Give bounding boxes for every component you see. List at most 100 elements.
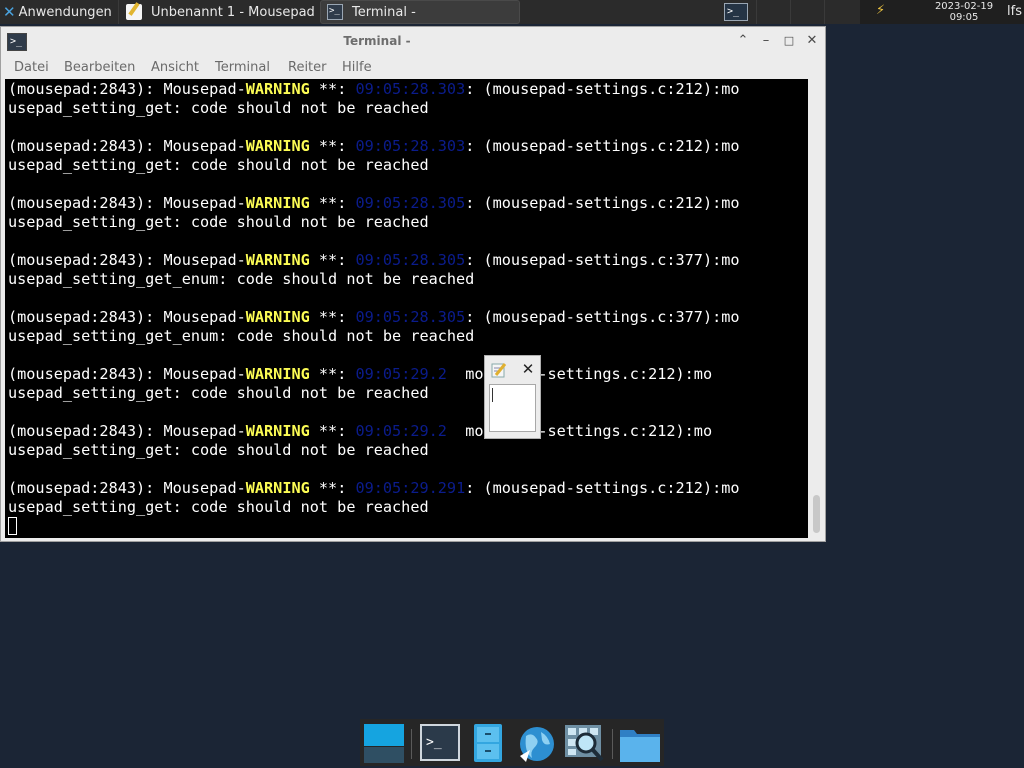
applications-menu-label: Anwendungen bbox=[18, 4, 112, 20]
terminal-line: usepad_setting_get: code should not be r… bbox=[8, 99, 429, 117]
applications-menu[interactable]: ✕ Anwendungen bbox=[0, 0, 118, 24]
terminal-line: (mousepad:2843): Mousepad-WARNING **: 09… bbox=[8, 80, 740, 99]
menu-reiter[interactable]: Reiter bbox=[288, 60, 327, 75]
terminal-line: usepad_setting_get: code should not be r… bbox=[8, 384, 429, 402]
clock[interactable]: 2023-02-19 09:05 bbox=[926, 0, 1002, 23]
menu-ansicht[interactable]: Ansicht bbox=[151, 60, 199, 75]
file-cabinet-icon bbox=[474, 724, 502, 762]
terminal-line-warn: WARNING bbox=[245, 194, 310, 212]
terminal-line-warn: WARNING bbox=[245, 365, 310, 383]
terminal-line-pre: (mousepad:2843): Mousepad- bbox=[8, 308, 246, 326]
dock: >_ bbox=[360, 719, 664, 766]
taskbar-item-mousepad[interactable]: Unbenannt 1 - Mousepad bbox=[120, 0, 318, 24]
terminal-line-post: : (mousepad-settings.c:212):mo bbox=[465, 479, 740, 497]
terminal-line-post: : (mousepad-settings.c:212):mo bbox=[465, 194, 740, 212]
popup-text-field[interactable] bbox=[489, 384, 536, 432]
terminal-line-pre: (mousepad:2843): Mousepad- bbox=[8, 365, 246, 383]
terminal-line: (mousepad:2843): Mousepad-WARNING **: 09… bbox=[8, 422, 740, 441]
terminal-line-post: : (mousepad-settings.c:377):mo bbox=[465, 251, 740, 269]
clock-date: 2023-02-19 bbox=[934, 1, 994, 12]
panel-separator bbox=[824, 0, 825, 24]
terminal-line-ts: 09:05:28.305 bbox=[355, 251, 466, 269]
terminal-icon: >_ bbox=[420, 724, 460, 761]
dock-separator bbox=[612, 729, 613, 759]
show-desktop-button[interactable] bbox=[362, 722, 406, 764]
terminal-line-post: : (mousepad-settings.c:212):mo bbox=[465, 137, 740, 155]
maximize-button[interactable]: □ bbox=[781, 33, 797, 49]
panel-separator bbox=[118, 0, 119, 24]
terminal-line: (mousepad:2843): Mousepad-WARNING **: 09… bbox=[8, 137, 740, 156]
folder-icon bbox=[620, 730, 660, 762]
user-menu[interactable]: lfs bbox=[1007, 4, 1022, 19]
terminal-line: (mousepad:2843): Mousepad-WARNING **: 09… bbox=[8, 251, 740, 270]
terminal-line: usepad_setting_get_enum: code should not… bbox=[8, 270, 475, 288]
show-desktop-icon bbox=[364, 724, 404, 763]
terminal-line-mid: **: bbox=[309, 422, 356, 440]
roll-up-button[interactable]: ⌃ bbox=[735, 33, 751, 49]
terminal-line-pre: (mousepad:2843): Mousepad- bbox=[8, 422, 246, 440]
web-browser-launcher[interactable] bbox=[514, 722, 558, 764]
menu-hilfe[interactable]: Hilfe bbox=[342, 60, 372, 75]
scrollbar-thumb[interactable] bbox=[813, 495, 820, 533]
svg-text:>_: >_ bbox=[426, 735, 442, 750]
xfce-logo-icon: ✕ bbox=[3, 3, 16, 21]
terminal-line: usepad_setting_get_enum: code should not… bbox=[8, 327, 475, 345]
terminal-line: usepad_setting_get: code should not be r… bbox=[8, 156, 429, 174]
close-button[interactable]: ✕ bbox=[804, 33, 820, 49]
close-icon[interactable]: ✕ bbox=[519, 359, 537, 379]
terminal-line-warn: WARNING bbox=[245, 422, 310, 440]
clock-time: 09:05 bbox=[949, 12, 979, 23]
terminal-line: (mousepad:2843): Mousepad-WARNING **: 09… bbox=[8, 479, 740, 498]
terminal-line-ts: 09:05:29.2 bbox=[355, 422, 447, 440]
file-cabinet-launcher[interactable] bbox=[466, 722, 510, 764]
terminal-line-pre: (mousepad:2843): Mousepad- bbox=[8, 479, 246, 497]
menubar: Datei Bearbeiten Ansicht Terminal Reiter… bbox=[1, 57, 825, 79]
terminal-line-ts: 09:05:28.303 bbox=[355, 137, 466, 155]
terminal-line-post: : (mousepad-settings.c:377):mo bbox=[465, 308, 740, 326]
terminal-line-pre: (mousepad:2843): Mousepad- bbox=[8, 194, 246, 212]
menu-datei[interactable]: Datei bbox=[14, 60, 49, 75]
terminal-line-ts: 09:05:29.291 bbox=[355, 479, 466, 497]
panel-separator bbox=[790, 0, 791, 24]
terminal-line-ts: 09:05:28.305 bbox=[355, 308, 466, 326]
menu-terminal[interactable]: Terminal bbox=[215, 60, 270, 75]
dock-separator bbox=[411, 729, 412, 759]
mousepad-icon bbox=[126, 4, 142, 20]
terminal-line-pre: (mousepad:2843): Mousepad- bbox=[8, 251, 246, 269]
files-launcher[interactable] bbox=[618, 722, 662, 764]
terminal-line-ts: 09:05:29.2 bbox=[355, 365, 447, 383]
terminal-line-pre: (mousepad:2843): Mousepad- bbox=[8, 137, 246, 155]
terminal-line: usepad_setting_get: code should not be r… bbox=[8, 441, 429, 459]
taskbar-item-label: Terminal - bbox=[352, 4, 416, 20]
window-titlebar[interactable]: >_ Terminal - ⌃ – □ ✕ bbox=[1, 27, 825, 57]
app-finder-launcher[interactable] bbox=[562, 722, 606, 764]
mousepad-popup: ✕ bbox=[484, 355, 541, 439]
minimize-button[interactable]: – bbox=[758, 33, 774, 49]
terminal-output[interactable]: (mousepad:2843): Mousepad-WARNING **: 09… bbox=[5, 79, 808, 538]
terminal-cursor bbox=[8, 517, 17, 535]
terminal-line-mid: **: bbox=[309, 308, 356, 326]
terminal-line-mid: **: bbox=[309, 194, 356, 212]
tray-terminal-launcher[interactable]: >_ bbox=[722, 0, 750, 24]
mousepad-icon bbox=[491, 363, 507, 378]
menu-bearbeiten[interactable]: Bearbeiten bbox=[64, 60, 135, 75]
power-manager-icon[interactable]: ⚡ bbox=[876, 3, 885, 18]
terminal-line-mid: **: bbox=[309, 365, 356, 383]
terminal-line: usepad_setting_get: code should not be r… bbox=[8, 213, 429, 231]
terminal-line: (mousepad:2843): Mousepad-WARNING **: 09… bbox=[8, 308, 740, 327]
terminal-line-warn: WARNING bbox=[245, 308, 310, 326]
terminal-window: >_ Terminal - ⌃ – □ ✕ Datei Bearbeiten A… bbox=[0, 26, 826, 542]
window-title: Terminal - bbox=[343, 34, 411, 48]
scrollbar[interactable] bbox=[810, 79, 824, 538]
web-browser-icon bbox=[520, 727, 554, 762]
terminal-line-warn: WARNING bbox=[245, 80, 310, 98]
taskbar-item-terminal[interactable]: >_ Terminal - bbox=[320, 0, 520, 24]
terminal-launcher[interactable]: >_ bbox=[418, 722, 462, 764]
text-caret bbox=[492, 388, 493, 402]
